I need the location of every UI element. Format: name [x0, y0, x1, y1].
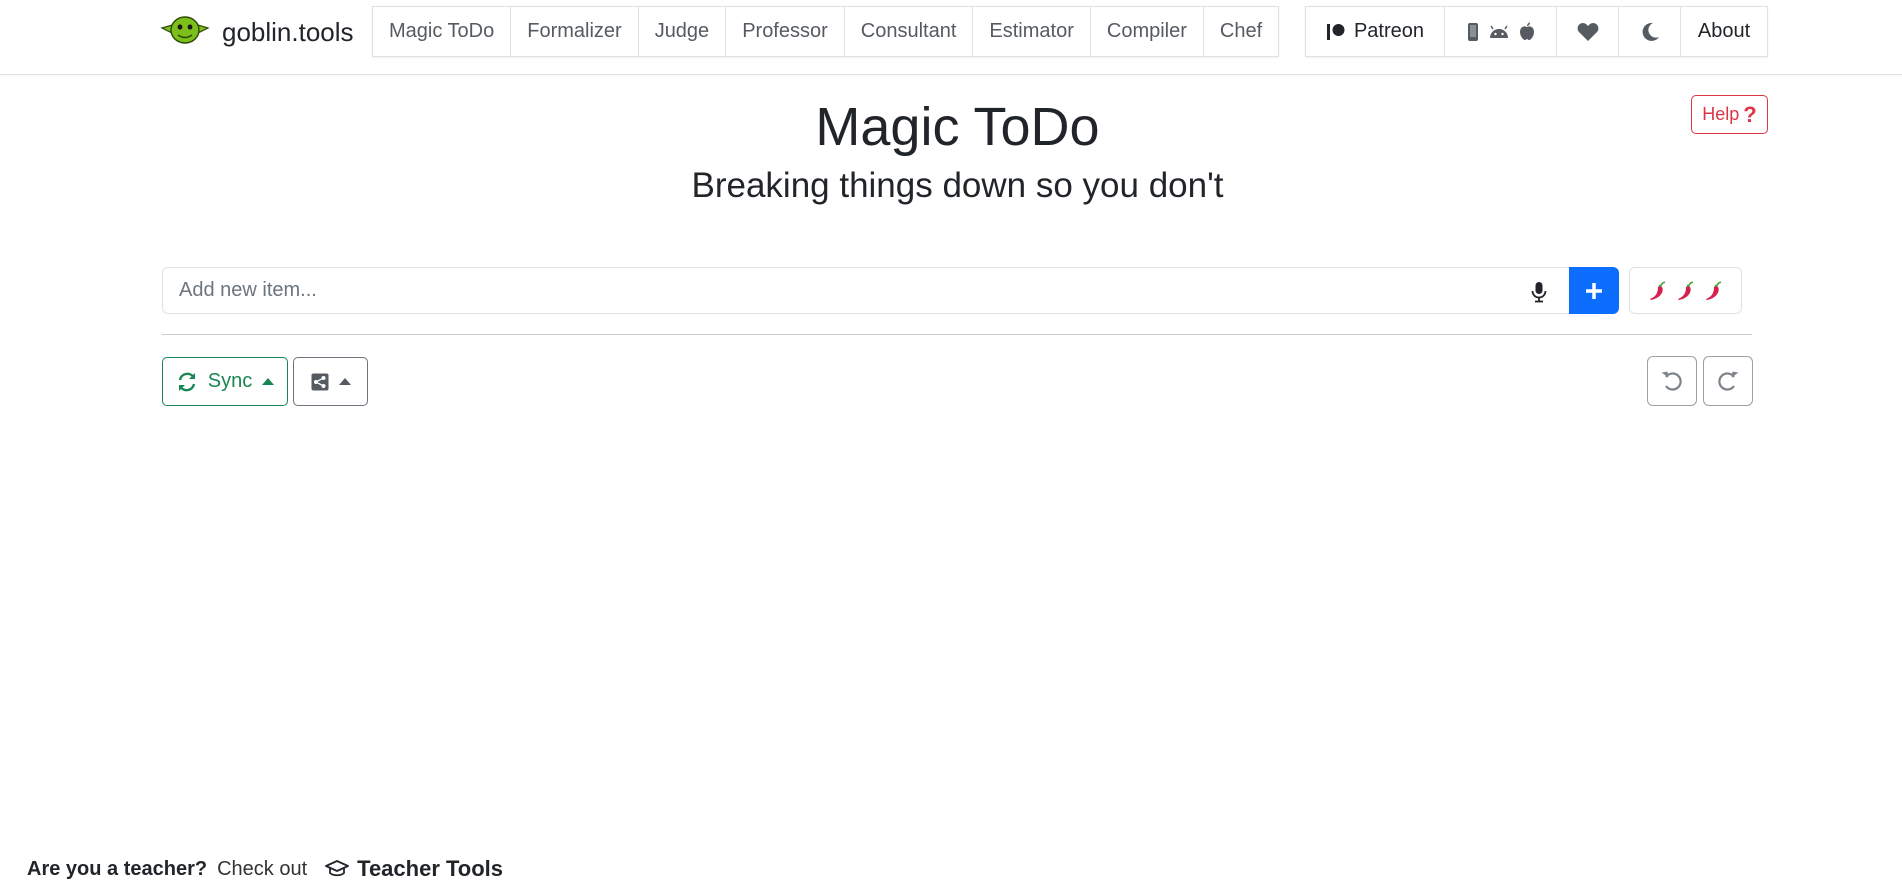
brand-link[interactable]: goblin.tools: [160, 14, 354, 50]
check-out-text: Check out: [217, 857, 308, 880]
nav-tab-magic-todo[interactable]: Magic ToDo: [373, 7, 512, 56]
nav-tab-compiler[interactable]: Compiler: [1091, 7, 1204, 56]
apps-button[interactable]: [1445, 7, 1557, 56]
top-navbar: goblin.tools Magic ToDo Formalizer Judge…: [0, 0, 1902, 75]
undo-icon: [1660, 369, 1684, 393]
caret-up-icon: [338, 378, 351, 385]
sync-icon: [176, 371, 198, 393]
tools-nav: Magic ToDo Formalizer Judge Professor Co…: [372, 6, 1280, 57]
new-item-input[interactable]: [163, 268, 1569, 313]
right-nav: Patreon About: [1305, 6, 1768, 57]
add-item-button[interactable]: [1569, 267, 1619, 314]
nav-tab-estimator[interactable]: Estimator: [973, 7, 1091, 56]
microphone-icon[interactable]: [1530, 281, 1548, 303]
theme-toggle-button[interactable]: [1619, 7, 1681, 56]
new-item-input-wrapper: [162, 267, 1569, 314]
nav-tab-professor[interactable]: Professor: [726, 7, 845, 56]
patreon-button[interactable]: Patreon: [1306, 7, 1445, 56]
page-subtitle: Breaking things down so you don't: [691, 166, 1224, 205]
chili-pepper-icon: [1703, 280, 1725, 302]
section-divider: [162, 334, 1752, 335]
mobile-icon: [1467, 22, 1479, 42]
heart-icon: [1577, 22, 1599, 42]
moon-icon: [1640, 22, 1660, 42]
goblin-logo-icon: [160, 14, 210, 51]
redo-button[interactable]: [1703, 356, 1753, 406]
teacher-tools-banner: Are you a teacher? Check out Teacher Too…: [27, 855, 503, 883]
nav-tab-formalizer[interactable]: Formalizer: [511, 7, 639, 56]
teacher-question: Are you a teacher?: [27, 857, 208, 880]
nav-tab-chef[interactable]: Chef: [1204, 7, 1278, 56]
nav-tab-judge[interactable]: Judge: [639, 7, 727, 56]
chili-pepper-icon: [1647, 280, 1669, 302]
teacher-tools-label: Teacher Tools: [357, 856, 504, 881]
about-link[interactable]: About: [1681, 7, 1767, 56]
undo-button[interactable]: [1647, 356, 1697, 406]
page-title: Magic ToDo: [815, 97, 1100, 157]
sync-dropdown-button[interactable]: Sync: [162, 357, 288, 406]
caret-up-icon: [262, 378, 275, 385]
share-dropdown-button[interactable]: [293, 357, 368, 406]
patreon-label: Patreon: [1353, 20, 1425, 42]
chili-pepper-icon: [1675, 280, 1697, 302]
graduation-cap-icon: [325, 859, 350, 879]
spiciness-button[interactable]: [1629, 267, 1742, 314]
plus-icon: [1584, 281, 1604, 301]
patreon-icon: [1326, 22, 1346, 42]
share-icon: [311, 373, 329, 391]
apple-icon: [1519, 22, 1535, 41]
redo-icon: [1716, 369, 1740, 393]
donate-button[interactable]: [1557, 7, 1619, 56]
sync-label: Sync: [207, 370, 253, 392]
android-icon: [1488, 24, 1510, 40]
nav-tab-consultant[interactable]: Consultant: [845, 7, 974, 56]
brand-name: goblin.tools: [222, 16, 354, 47]
teacher-tools-link[interactable]: Teacher Tools: [325, 856, 503, 882]
